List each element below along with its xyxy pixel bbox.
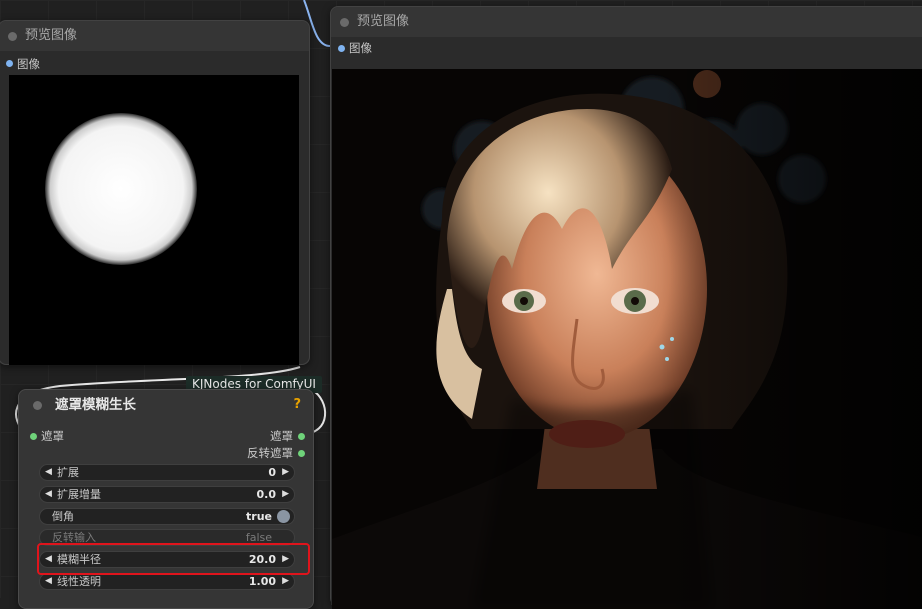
decrement-arrow-icon[interactable]: ◀	[45, 465, 52, 480]
increment-arrow-icon[interactable]: ▶	[282, 487, 289, 502]
blurred-circle-mask	[45, 113, 197, 265]
increment-arrow-icon[interactable]: ▶	[282, 465, 289, 480]
widget-value: 0.0	[256, 488, 277, 501]
inverted-mask-output-label: 反转遮罩	[247, 446, 293, 460]
node-title: 遮罩模糊生长	[55, 397, 136, 413]
image-input-label: 图像	[17, 57, 40, 71]
help-icon[interactable]: ?	[293, 390, 301, 420]
widget-label: 倒角	[52, 510, 74, 523]
widget-label: 扩展	[57, 466, 79, 479]
increment-arrow-icon[interactable]: ▶	[282, 574, 289, 589]
node-title-bar[interactable]: 预览图像	[331, 7, 922, 38]
widget-value: 1.00	[248, 575, 276, 588]
widget-value: 0	[268, 466, 276, 479]
node-title-bar[interactable]: 遮罩模糊生长 ?	[19, 390, 313, 421]
node-title: 预览图像	[357, 14, 410, 29]
mask-input-label: 遮罩	[41, 429, 64, 443]
widget-label: 线性透明	[57, 575, 101, 588]
blur-radius-highlight-box	[37, 543, 310, 575]
widget-label: 扩展增量	[57, 488, 101, 501]
preview-image-node-left[interactable]: 预览图像 图像	[0, 20, 310, 365]
mask-output-slot[interactable]	[298, 433, 305, 440]
toggle-knob-icon[interactable]	[277, 510, 290, 523]
decrement-arrow-icon[interactable]: ◀	[45, 574, 52, 589]
collapse-dot[interactable]	[33, 401, 42, 410]
decrement-arrow-icon[interactable]: ◀	[45, 487, 52, 502]
preview-photo-portrait	[332, 69, 922, 609]
tapered-corners-toggle[interactable]: 倒角 true	[39, 508, 295, 525]
portrait-illustration	[332, 69, 922, 609]
lerp-alpha-widget[interactable]: ◀ 线性透明 1.00 ▶	[39, 573, 295, 590]
collapse-dot[interactable]	[8, 32, 17, 41]
image-input-slot[interactable]	[6, 60, 13, 67]
node-title: 预览图像	[25, 28, 78, 43]
node-title-bar[interactable]: 预览图像	[0, 21, 309, 52]
expand-widget[interactable]: ◀ 扩展 0 ▶	[39, 464, 295, 481]
preview-image-node-right[interactable]: 预览图像 图像	[330, 6, 922, 609]
image-input-slot[interactable]	[338, 45, 345, 52]
mask-output-label: 遮罩	[270, 429, 293, 443]
collapse-dot[interactable]	[340, 18, 349, 27]
widget-value: true	[246, 510, 272, 523]
image-input-label: 图像	[349, 41, 372, 55]
expand-increment-widget[interactable]: ◀ 扩展增量 0.0 ▶	[39, 486, 295, 503]
inverted-mask-output-slot[interactable]	[298, 450, 305, 457]
mask-input-slot[interactable]	[30, 433, 37, 440]
mask-preview-image	[9, 75, 299, 365]
mask-blur-grow-node[interactable]: 遮罩模糊生长 ? 遮罩 遮罩 反转遮罩 ◀ 扩展 0 ▶ ◀ 扩展增量 0.0 …	[18, 389, 314, 609]
